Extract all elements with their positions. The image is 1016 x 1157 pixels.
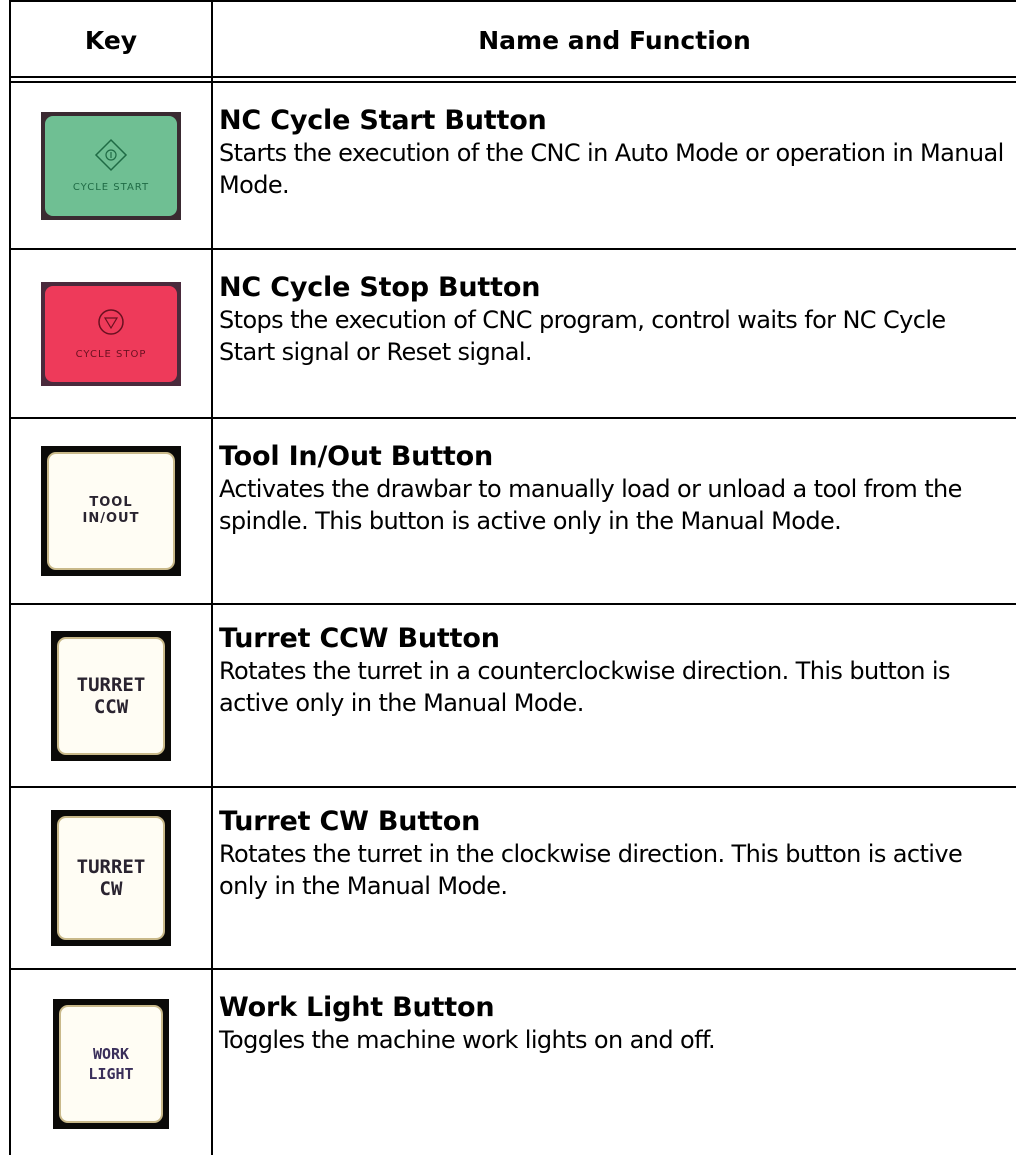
table-row-tool-in-out: TOOL IN/OUT Tool In/Out Button Activates… — [11, 419, 1016, 605]
key-cell: WORK LIGHT — [11, 970, 211, 1157]
row-description: Rotates the turret in the clockwise dire… — [219, 840, 963, 900]
circle-stop-icon — [98, 308, 124, 335]
row-description: Activates the drawbar to manually load o… — [219, 475, 962, 535]
name-cell: NC Cycle Stop Button Stops the execution… — [219, 272, 1008, 368]
name-cell: Turret CW Button Rotates the turret in t… — [219, 806, 1008, 902]
row-title: Work Light Button — [219, 992, 495, 1023]
key-label-line2: CW — [99, 878, 123, 900]
row-description: Stops the execution of CNC program, cont… — [219, 306, 946, 366]
key-label-line1: TURRET — [76, 856, 146, 878]
table-header: Key Name and Function — [11, 2, 1016, 78]
turret-ccw-key-image: TURRET CCW — [51, 630, 171, 761]
row-title: Tool In/Out Button — [219, 441, 493, 472]
key-cell: CYCLE STOP — [11, 250, 211, 417]
row-description: Toggles the machine work lights on and o… — [219, 1026, 716, 1054]
key-label: CYCLE START — [72, 181, 150, 193]
tool-in-out-key-image: TOOL IN/OUT — [41, 446, 181, 576]
table-row-work-light: WORK LIGHT Work Light Button Toggles the… — [11, 970, 1016, 1157]
key-label-line1: WORK — [92, 1044, 130, 1063]
table-row-cycle-stop: CYCLE STOP NC Cycle Stop Button Stops th… — [11, 250, 1016, 419]
key-function-table: Key Name and Function CYCLE START NC Cyc… — [9, 0, 1016, 1155]
row-title: Turret CW Button — [219, 806, 481, 837]
cycle-stop-key-image: CYCLE STOP — [41, 281, 181, 386]
diamond-icon — [94, 138, 128, 171]
key-cell: TURRET CCW — [11, 605, 211, 786]
table-row-cycle-start: CYCLE START NC Cycle Start Button Starts… — [11, 83, 1016, 250]
turret-cw-key-image: TURRET CW — [51, 810, 171, 946]
row-description: Starts the execution of the CNC in Auto … — [219, 139, 1004, 199]
key-label-line2: CCW — [93, 695, 129, 718]
table-row-turret-ccw: TURRET CCW Turret CCW Button Rotates the… — [11, 605, 1016, 788]
cycle-start-key-image: CYCLE START — [41, 111, 181, 220]
name-cell: Tool In/Out Button Activates the drawbar… — [219, 441, 1008, 537]
key-label-line2: IN/OUT — [82, 511, 140, 526]
key-cell: TOOL IN/OUT — [11, 419, 211, 603]
key-label-line1: TURRET — [76, 673, 146, 696]
name-cell: Turret CCW Button Rotates the turret in … — [219, 623, 1008, 719]
key-cell: TURRET CW — [11, 788, 211, 968]
row-description: Rotates the turret in a counterclockwise… — [219, 657, 951, 717]
header-name-and-function: Name and Function — [478, 25, 751, 55]
table-row-turret-cw: TURRET CW Turret CW Button Rotates the t… — [11, 788, 1016, 970]
key-label-line2: LIGHT — [88, 1064, 134, 1083]
row-title: Turret CCW Button — [219, 623, 500, 654]
key-label-line1: TOOL — [89, 495, 133, 510]
name-cell: NC Cycle Start Button Starts the executi… — [219, 105, 1008, 201]
header-key: Key — [84, 25, 138, 55]
key-cell: CYCLE START — [11, 83, 211, 248]
key-label: CYCLE STOP — [75, 348, 147, 360]
row-title: NC Cycle Stop Button — [219, 272, 541, 303]
row-title: NC Cycle Start Button — [219, 105, 547, 136]
work-light-key-image: WORK LIGHT — [53, 998, 169, 1129]
name-cell: Work Light Button Toggles the machine wo… — [219, 992, 1008, 1056]
